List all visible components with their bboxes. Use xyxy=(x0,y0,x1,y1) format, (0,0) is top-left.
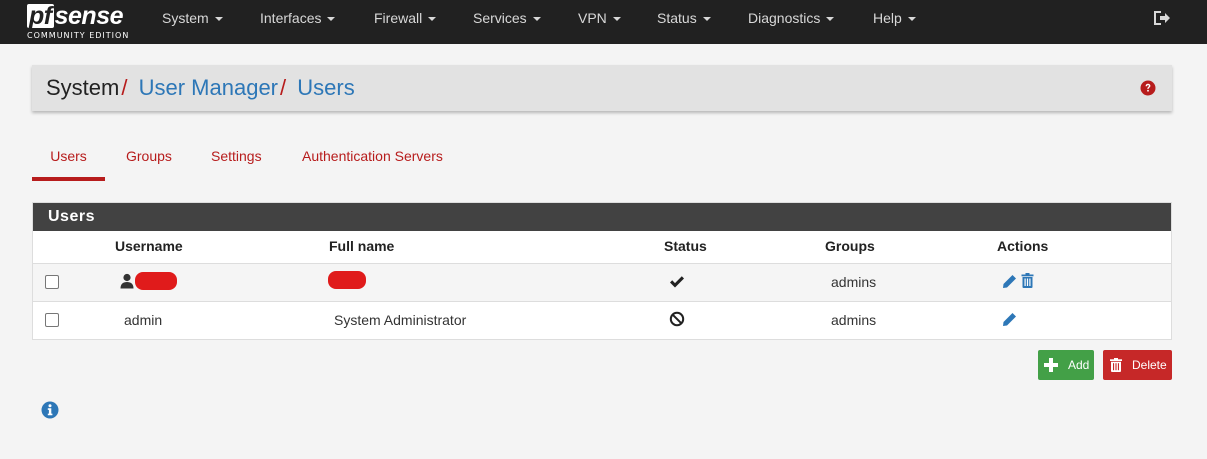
nav-interfaces[interactable]: Interfaces xyxy=(260,0,336,36)
nav-vpn[interactable]: VPN xyxy=(578,0,621,36)
plus-icon xyxy=(1044,358,1058,372)
groups-cell: admins xyxy=(831,274,877,290)
user-icon xyxy=(120,273,134,289)
nav-system[interactable]: System xyxy=(162,0,223,36)
check-icon xyxy=(670,276,684,288)
breadcrumb: System/ User Manager/ Users xyxy=(46,75,355,101)
caret-down-icon xyxy=(612,17,621,22)
table-row: admin System Administrator admins xyxy=(33,301,1171,339)
pfsense-logo[interactable]: pf sense COMMUNITY EDITION xyxy=(27,2,135,42)
caret-down-icon xyxy=(907,17,916,22)
logo-wordmark: pf sense xyxy=(27,2,124,30)
caret-down-icon xyxy=(702,17,711,22)
nav-services[interactable]: Services xyxy=(473,0,541,36)
edit-icon[interactable] xyxy=(1002,312,1017,327)
tab-settings[interactable]: Settings xyxy=(211,140,262,181)
panel-title: Users xyxy=(33,203,1171,231)
tab-authentication-servers[interactable]: Authentication Servers xyxy=(302,140,443,181)
nav-system-label: System xyxy=(162,10,209,26)
info-icon[interactable] xyxy=(41,401,59,419)
logout-icon[interactable] xyxy=(1153,10,1171,26)
caret-down-icon xyxy=(532,17,541,22)
delete-button[interactable]: Delete xyxy=(1103,350,1172,380)
logo-edition: COMMUNITY EDITION xyxy=(27,31,130,40)
nav-firewall-label: Firewall xyxy=(374,10,423,26)
users-panel: Users Username Full name Status Groups A… xyxy=(32,202,1172,340)
fullname-cell: System Administrator xyxy=(334,312,467,328)
column-header-groups: Groups xyxy=(825,238,875,254)
edit-icon[interactable] xyxy=(1002,274,1017,289)
ban-icon xyxy=(669,311,685,327)
groups-cell: admins xyxy=(831,312,877,328)
help-icon[interactable] xyxy=(1140,80,1156,96)
username-redacted xyxy=(135,272,177,290)
breadcrumb-separator: / xyxy=(280,75,287,100)
add-button-label: Add xyxy=(1068,358,1090,372)
nav-status[interactable]: Status xyxy=(657,0,711,36)
nav-status-label: Status xyxy=(657,10,697,26)
breadcrumb-panel: System/ User Manager/ Users xyxy=(32,65,1172,111)
delete-button-label: Delete xyxy=(1132,358,1167,372)
nav-interfaces-label: Interfaces xyxy=(260,10,322,26)
nav-diagnostics[interactable]: Diagnostics xyxy=(748,0,835,36)
row-select-checkbox[interactable] xyxy=(45,275,59,289)
caret-down-icon xyxy=(826,17,835,22)
table-row: admins xyxy=(33,263,1171,301)
column-header-status: Status xyxy=(664,238,707,254)
nav-help-label: Help xyxy=(873,10,902,26)
caret-down-icon xyxy=(428,17,437,22)
breadcrumb-separator: / xyxy=(121,75,128,100)
breadcrumb-system: System xyxy=(46,75,120,100)
nav-firewall[interactable]: Firewall xyxy=(374,0,437,36)
username-cell: admin xyxy=(124,312,163,328)
tab-users[interactable]: Users xyxy=(32,140,105,181)
nav-services-label: Services xyxy=(473,10,527,26)
trash-icon[interactable] xyxy=(1021,273,1034,288)
nav-vpn-label: VPN xyxy=(578,10,607,26)
add-button[interactable]: Add xyxy=(1038,350,1094,380)
tab-groups[interactable]: Groups xyxy=(126,140,172,181)
nav-diagnostics-label: Diagnostics xyxy=(748,10,821,26)
breadcrumb-user-manager[interactable]: User Manager xyxy=(139,75,278,100)
breadcrumb-users[interactable]: Users xyxy=(297,75,354,100)
fullname-redacted xyxy=(328,271,366,289)
column-header-fullname: Full name xyxy=(329,238,395,254)
caret-down-icon xyxy=(327,17,336,22)
top-navbar: pf sense COMMUNITY EDITION System Interfa… xyxy=(0,0,1207,44)
column-header-actions: Actions xyxy=(997,238,1049,254)
column-header-username: Username xyxy=(115,238,183,254)
row-select-checkbox[interactable] xyxy=(45,313,59,327)
caret-down-icon xyxy=(214,17,223,22)
nav-help[interactable]: Help xyxy=(873,0,916,36)
trash-icon xyxy=(1110,358,1122,372)
